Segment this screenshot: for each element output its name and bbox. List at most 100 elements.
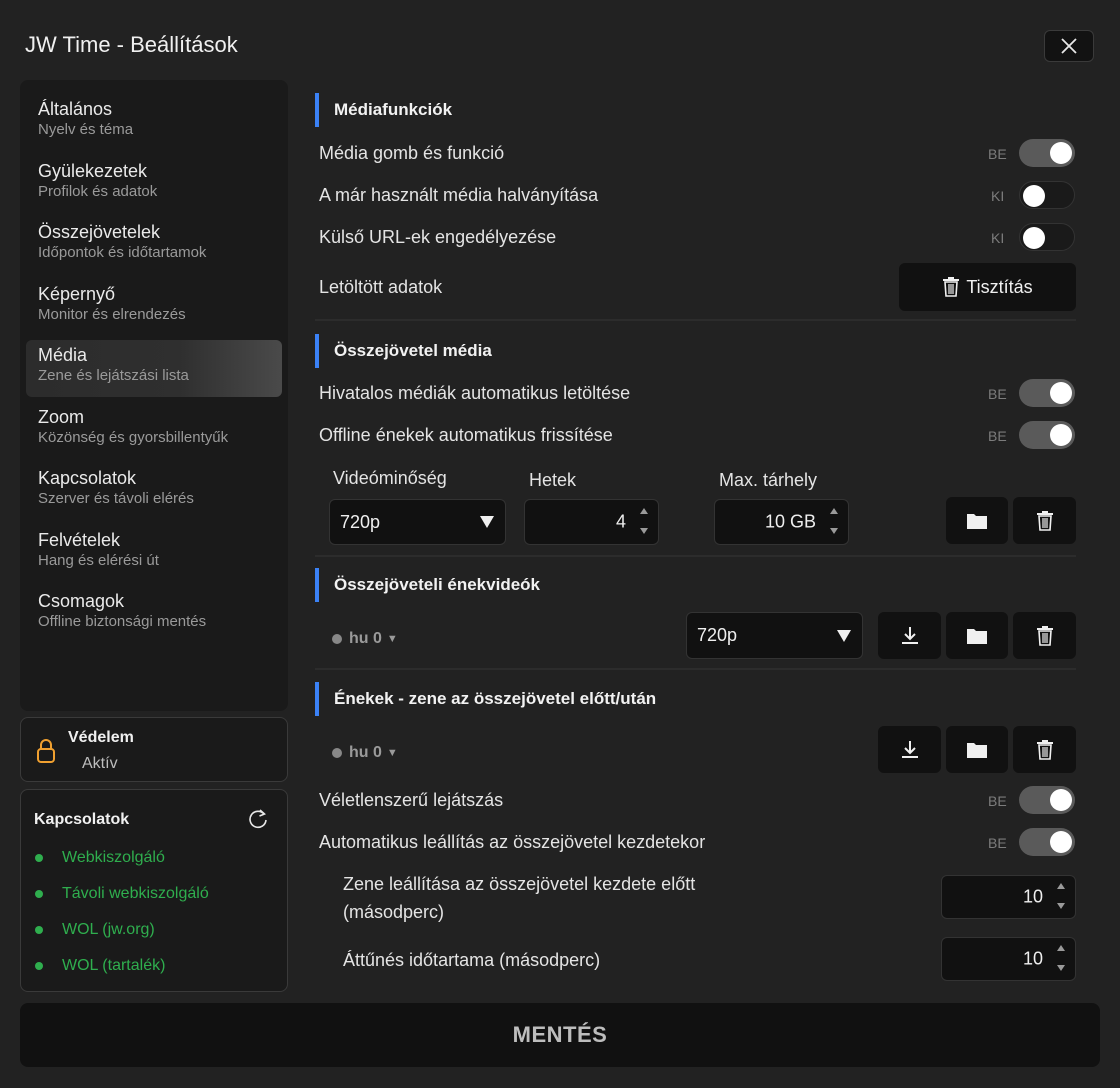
- spinner-arrows-icon[interactable]: [1055, 942, 1067, 974]
- toggle-state-text: BE: [988, 428, 1007, 444]
- media-button-toggle[interactable]: [1019, 139, 1075, 167]
- songs-folder-button[interactable]: [946, 726, 1008, 773]
- sidebar-item-sub: Nyelv és téma: [38, 121, 134, 138]
- auto-download-toggle[interactable]: [1019, 379, 1075, 407]
- fade-stepper[interactable]: 10: [941, 937, 1076, 981]
- auto-stop-label: Automatikus leállítás az összejövetel ke…: [319, 832, 706, 852]
- close-button[interactable]: [1044, 30, 1094, 62]
- sidebar-item-gyulekezetek[interactable]: Gyülekezetek Profilok és adatok: [26, 156, 282, 213]
- sidebar-item-sub: Hang és elérési út: [38, 551, 159, 569]
- toggle-state-text: KI: [991, 230, 1005, 246]
- auto-stop-toggle[interactable]: [1019, 828, 1075, 856]
- download-icon: [901, 740, 918, 758]
- protection-card[interactable]: Védelem Aktív: [20, 717, 288, 782]
- toggle-state-text: BE: [988, 386, 1007, 402]
- toggle-knob: [1050, 789, 1072, 811]
- sidebar-item-sub: Profilok és adatok: [38, 182, 158, 200]
- fade-label: Áttűnés időtartama (másodperc): [343, 950, 601, 970]
- auto-refresh-toggle[interactable]: [1019, 421, 1075, 449]
- song-videos-delete-button[interactable]: [1013, 612, 1076, 659]
- section-title-meeting-media: Összejövetel média: [315, 334, 492, 368]
- toggle-knob: [1050, 831, 1072, 853]
- dim-used-toggle[interactable]: [1019, 181, 1075, 209]
- sidebar-item-media[interactable]: Média Zene és lejátszási lista: [26, 340, 282, 397]
- sidebar-item-label: Zoom: [38, 406, 85, 427]
- section-title-song-videos: Összejöveteli énekvideók: [315, 568, 540, 602]
- sidebar-item-zoom[interactable]: Zoom Közönség és gyorsbillentyűk: [26, 402, 282, 459]
- external-urls-label: Külső URL-ek engedélyezése: [319, 227, 557, 247]
- sidebar-item-label: Általános: [38, 99, 113, 119]
- section-title-media-functions: Médiafunkciók: [315, 93, 452, 127]
- stop-before-stepper[interactable]: 10: [941, 875, 1076, 919]
- video-quality-select[interactable]: 720p: [329, 499, 506, 545]
- sidebar-item-sub: Szerver és távoli elérés: [38, 490, 194, 507]
- sidebar-item-sub: Monitor és elrendezés: [38, 305, 186, 323]
- toggle-state-text: BE: [988, 146, 1007, 162]
- download-songs-button[interactable]: [878, 726, 941, 773]
- toggle-knob: [1023, 227, 1045, 249]
- spinner-arrows-icon[interactable]: [828, 505, 840, 537]
- sidebar-item-sub: Időpontok és időtartamok: [38, 244, 207, 261]
- weeks-stepper[interactable]: 4: [524, 499, 659, 545]
- sidebar-item-kepernyo[interactable]: Képernyő Monitor és elrendezés: [26, 279, 282, 336]
- spinner-arrows-icon[interactable]: [1055, 880, 1067, 912]
- download-song-videos-button[interactable]: [878, 612, 941, 659]
- toggle-knob: [1023, 185, 1045, 207]
- sidebar-item-kapcsolatok[interactable]: Kapcsolatok Szerver és távoli elérés: [26, 463, 282, 520]
- status-dot: [35, 854, 43, 862]
- sidebar-item-osszejovetelek[interactable]: Összejövetelek Időpontok és időtartamok: [26, 217, 282, 274]
- connection-wol-backup: WOL (tartalék): [35, 955, 165, 977]
- spinner-arrows-icon[interactable]: [638, 505, 650, 537]
- sidebar-item-altalanos[interactable]: Általános Nyelv és téma: [26, 94, 282, 151]
- folder-icon: [967, 742, 987, 758]
- toggle-state-text: BE: [988, 793, 1007, 809]
- stop-before-label-line1: Zene leállítása az összejövetel kezdete …: [343, 874, 696, 894]
- video-quality-value: 720p: [340, 511, 381, 532]
- chevron-down-icon: ▼: [386, 747, 398, 759]
- sidebar-item-felvetelek[interactable]: Felvételek Hang és elérési út: [26, 525, 282, 582]
- sidebar-item-label: Csomagok: [38, 591, 125, 611]
- sidebar-item-sub: Zene és lejátszási lista: [38, 367, 189, 384]
- toggle-state-text: BE: [988, 835, 1007, 851]
- sidebar-item-label: Gyülekezetek: [38, 160, 148, 181]
- sidebar-item-label: Média: [38, 345, 88, 365]
- save-button[interactable]: MENTÉS: [20, 1003, 1100, 1067]
- max-storage-stepper[interactable]: 10 GB: [714, 499, 849, 545]
- protection-status: Aktív: [82, 755, 118, 772]
- trash-icon: [1036, 739, 1053, 760]
- section-divider: [315, 555, 1076, 557]
- sidebar-item-csomagok[interactable]: Csomagok Offline biztonsági mentés: [26, 586, 282, 643]
- connection-wol-jworg: WOL (jw.org): [35, 919, 155, 941]
- delete-media-button[interactable]: [1013, 497, 1076, 544]
- weeks-label: Hetek: [529, 470, 577, 490]
- connection-webserver: Webkiszolgáló: [35, 847, 165, 869]
- folder-icon: [967, 628, 987, 644]
- dim-used-label: A már használt média halványítása: [319, 185, 599, 205]
- songs-music-language[interactable]: hu 0 ▼: [332, 744, 398, 762]
- toggle-knob: [1050, 382, 1072, 404]
- external-urls-toggle[interactable]: [1019, 223, 1075, 251]
- clear-data-button[interactable]: Tisztítás: [899, 263, 1076, 311]
- sidebar-item-sub: Közönség és gyorsbillentyűk: [38, 428, 229, 446]
- toggle-knob: [1050, 142, 1072, 164]
- sidebar-item-label: Képernyő: [38, 283, 116, 304]
- max-storage-label: Max. tárhely: [719, 470, 818, 490]
- toggle-state-text: KI: [991, 188, 1005, 204]
- status-dot: [35, 962, 43, 970]
- song-videos-language[interactable]: hu 0 ▼: [332, 630, 398, 648]
- shuffle-toggle[interactable]: [1019, 786, 1075, 814]
- chevron-down-icon: [837, 629, 851, 642]
- status-dot: [332, 634, 342, 644]
- connection-remote-webserver: Távoli webkiszolgáló: [35, 883, 209, 905]
- settings-sidebar: Általános Nyelv és téma Gyülekezetek Pro…: [20, 80, 288, 711]
- clear-data-button-label: Tisztítás: [966, 276, 1033, 297]
- songs-music-language-value: hu 0: [349, 744, 382, 761]
- song-videos-quality-value: 720p: [697, 625, 738, 645]
- lock-icon: [37, 739, 55, 763]
- auto-download-label: Hivatalos médiák automatikus letöltése: [319, 383, 631, 403]
- song-videos-folder-button[interactable]: [946, 612, 1008, 659]
- open-folder-button[interactable]: [946, 497, 1008, 544]
- song-videos-quality-select[interactable]: 720p: [686, 612, 863, 659]
- refresh-icon[interactable]: [247, 808, 269, 830]
- songs-delete-button[interactable]: [1013, 726, 1076, 773]
